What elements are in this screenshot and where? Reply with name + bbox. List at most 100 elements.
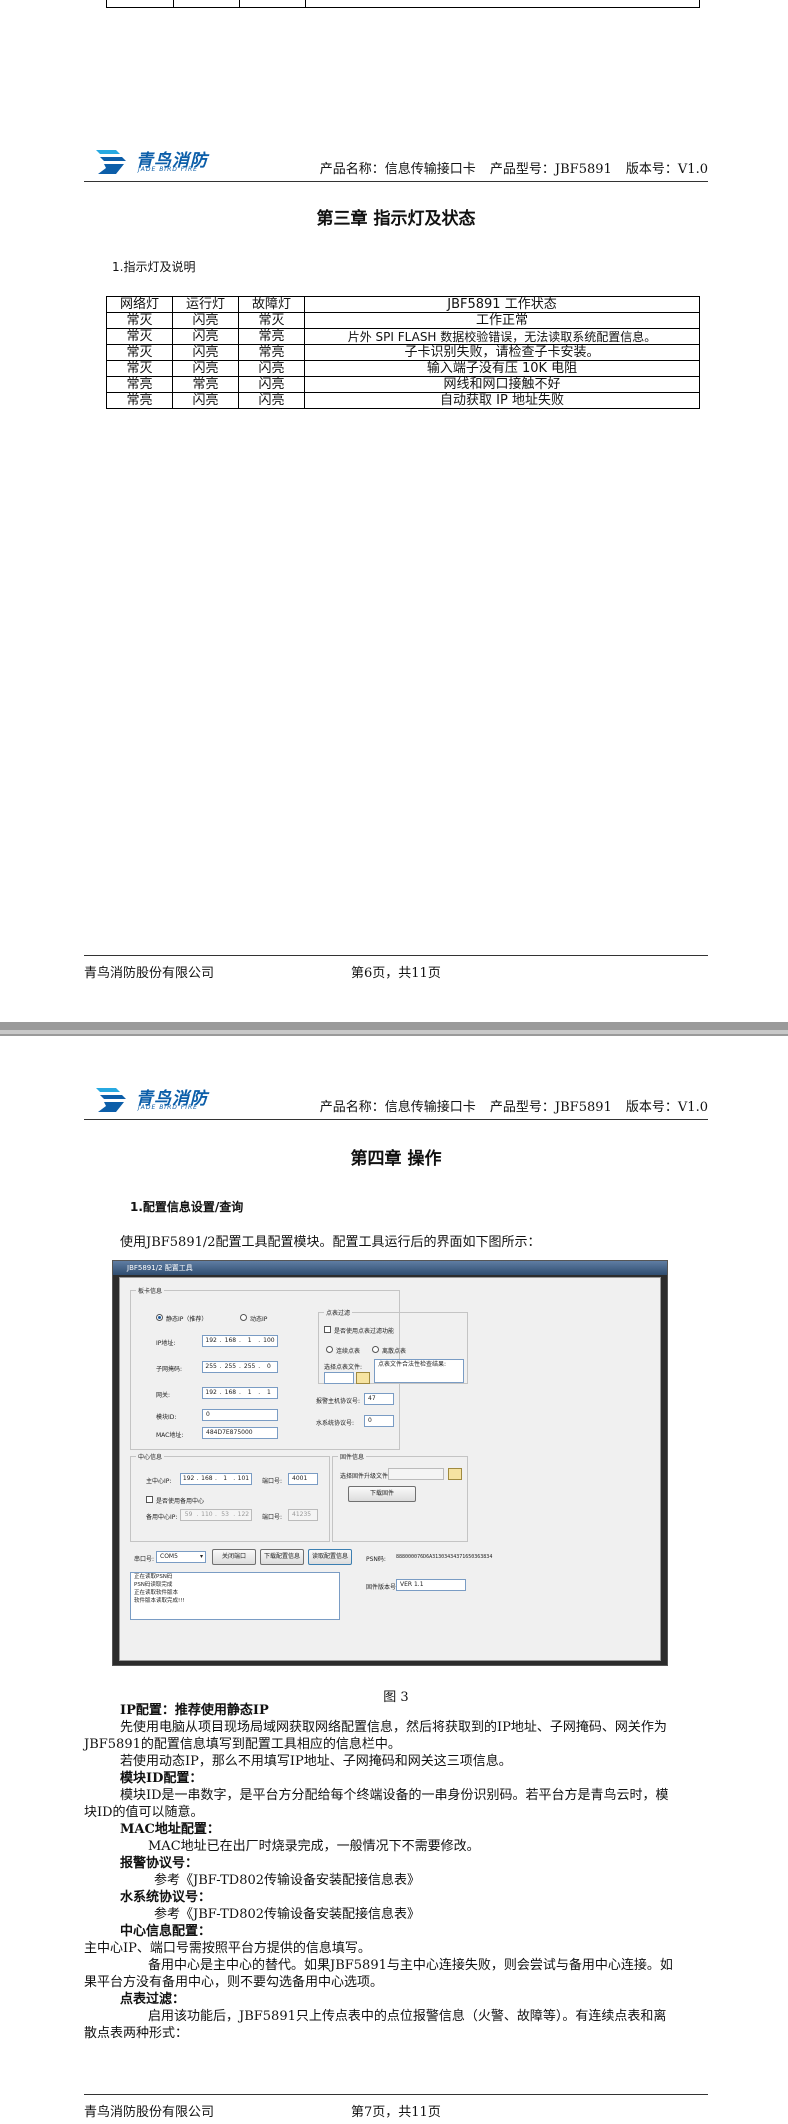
ip-address-input[interactable]: 192. 168. 1. 100: [202, 1335, 278, 1347]
page-header: 青鸟消防 JADE BIRD FIRE 产品名称：信息传输接口卡 产品型号：JB…: [84, 1080, 708, 1120]
table-cell: 片外 SPI FLASH 数据校验错误，无法读取系统配置信息。: [304, 328, 700, 345]
field-label: MAC地址:: [156, 1432, 184, 1439]
group-title: 中心信息: [136, 1452, 165, 1461]
item-line: 模块ID是一串数字，是平台方分配给每个终端设备的一串身份识别码。若平台方是青鸟云…: [120, 1788, 669, 1803]
table-cell: 常亮: [172, 376, 239, 393]
item-line: 块ID的值可以随意。: [84, 1805, 204, 1820]
table-cell: 闪亮: [238, 376, 305, 393]
field-label: 串口号:: [134, 1556, 155, 1563]
field-label: 选择固件升级文件:: [340, 1473, 391, 1480]
read-config-button[interactable]: 读取配置信息: [308, 1549, 352, 1565]
radio-label: 连续点表: [336, 1348, 361, 1355]
mac-address-input[interactable]: 484D7E875000: [202, 1427, 278, 1439]
table-row: 常亮 闪亮 闪亮 自动获取 IP 地址失败: [106, 392, 700, 409]
table-header-row: 网络灯 运行灯 故障灯 JBF5891 工作状态: [106, 296, 700, 313]
water-protocol-input[interactable]: 0: [364, 1415, 394, 1427]
serial-port-select[interactable]: COM5 ▾: [156, 1551, 206, 1563]
item-line: 参考《JBF-TD802传输设备安装配接信息表》: [154, 1907, 421, 1922]
table-check-result: 点表文件合法性检查结果:: [374, 1359, 464, 1383]
indicator-table: 网络灯 运行灯 故障灯 JBF5891 工作状态 常灭 闪亮 常灭 工作正常 常…: [106, 296, 700, 409]
table-cell: 常亮: [238, 328, 305, 345]
item-title: IP配置：推荐使用静态IP: [120, 1703, 269, 1718]
table-cell: 子卡识别失败，请检查子卡安装。: [304, 344, 700, 361]
product-model: 产品型号：JBF5891: [489, 1100, 612, 1115]
item-line: 若使用动态IP，那么不用填写IP地址、子网掩码和网关这三项信息。: [120, 1754, 512, 1769]
footer-company: 青鸟消防股份有限公司: [84, 2105, 215, 2120]
table-header: JBF5891 工作状态: [304, 296, 700, 313]
item-title: 报警协议号：: [120, 1856, 199, 1871]
section-title: 1.指示灯及说明: [112, 260, 196, 274]
table-cell: 闪亮: [172, 344, 239, 361]
use-backup-center-checkbox[interactable]: [146, 1496, 153, 1503]
field-label: 选择点表文件:: [324, 1364, 363, 1371]
log-output: 正在读取PSN码 PSN码读取完成 正在读取软件版本 软件版本读取完成!!!: [130, 1572, 340, 1620]
company-logo: 青鸟消防 JADE BIRD FIRE: [94, 1084, 264, 1114]
window-body: 板卡信息 静态IP（推荐） 动态IP IP地址: 192. 168. 1. 100 子…: [119, 1277, 661, 1661]
field-label: 网关:: [156, 1392, 171, 1399]
table-cell: 常亮: [106, 376, 173, 393]
folder-icon[interactable]: [356, 1372, 370, 1384]
table-cell: 闪亮: [238, 360, 305, 377]
header-product-info: 产品名称：信息传输接口卡 产品型号：JBF5891 版本号：V1.0: [310, 1096, 708, 1115]
item-title: 水系统协议号：: [120, 1890, 212, 1905]
backup-center-ip-input[interactable]: 59. 110. 53. 122: [180, 1509, 252, 1521]
window-title: JBF5891/2 配置工具: [113, 1261, 667, 1275]
company-logo: 青鸟消防 JADE BIRD FIRE: [94, 146, 264, 176]
table-row: 常灭 闪亮 常亮 子卡识别失败，请检查子卡安装。: [106, 344, 700, 361]
alarm-protocol-input[interactable]: 47: [364, 1393, 394, 1405]
logo-text-en: JADE BIRD FIRE: [138, 1104, 198, 1111]
firmware-file-input[interactable]: [388, 1468, 444, 1480]
chevron-down-icon: ▾: [199, 1553, 203, 1560]
radio-label: 离散点表: [382, 1348, 407, 1355]
log-line: 软件版本读取完成!!!: [134, 1598, 185, 1604]
continuous-table-radio[interactable]: [326, 1346, 333, 1353]
product-name: 产品名称：信息传输接口卡: [319, 162, 476, 177]
main-port-input[interactable]: 4001: [288, 1473, 318, 1485]
checkbox-label: 是否使用备用中心: [156, 1498, 205, 1505]
section-title: 1.配置信息设置/查询: [130, 1200, 244, 1214]
table-cell: 常灭: [106, 344, 173, 361]
gateway-input[interactable]: 192. 168. 1. 1: [202, 1387, 278, 1399]
module-id-input[interactable]: 0: [202, 1409, 278, 1421]
table-cell: 网线和网口接触不好: [304, 376, 700, 393]
backup-port-input[interactable]: 41235: [288, 1509, 318, 1521]
group-title: 固件信息: [338, 1452, 367, 1461]
group-title: 板卡信息: [136, 1286, 165, 1295]
subnet-mask-input[interactable]: 255. 255. 255. 0: [202, 1361, 278, 1373]
table-row: 常亮 常亮 闪亮 网线和网口接触不好: [106, 376, 700, 393]
download-config-button[interactable]: 下载配置信息: [260, 1549, 304, 1565]
enable-filter-checkbox[interactable]: [324, 1326, 331, 1333]
download-firmware-button[interactable]: 下载固件: [348, 1486, 416, 1502]
table-cell: 闪亮: [172, 328, 239, 345]
field-label: 端口号:: [262, 1478, 283, 1485]
product-version: 版本号：V1.0: [625, 1100, 708, 1115]
item-title: 中心信息配置：: [120, 1924, 212, 1939]
dynamic-ip-radio[interactable]: [240, 1314, 247, 1321]
static-ip-radio[interactable]: [156, 1314, 163, 1321]
item-line: JBF5891的配置信息填写到配置工具相应的信息栏中。: [84, 1737, 401, 1752]
product-model: 产品型号：JBF5891: [489, 162, 612, 177]
item-line: 备用中心是主中心的替代。如果JBF5891与主中心连接失败，则会尝试与备用中心连…: [148, 1958, 673, 1973]
radio-label: 静态IP（推荐）: [166, 1316, 208, 1323]
item-line: MAC地址已在出厂时烧录完成，一般情况下不需要修改。: [148, 1839, 480, 1854]
previous-table-remnant: [106, 0, 700, 8]
field-label: PSN码:: [366, 1556, 386, 1563]
table-row: 常灭 闪亮 常灭 工作正常: [106, 312, 700, 329]
product-name: 产品名称：信息传输接口卡: [319, 1100, 476, 1115]
table-header: 故障灯: [238, 296, 305, 313]
main-center-ip-input[interactable]: 192. 168. 1. 101: [180, 1473, 252, 1485]
table-cell: 常亮: [238, 344, 305, 361]
folder-icon[interactable]: [448, 1468, 462, 1480]
table-cell: 自动获取 IP 地址失败: [304, 392, 700, 409]
discrete-table-radio[interactable]: [372, 1346, 379, 1353]
table-cell: 常灭: [106, 328, 173, 345]
page-footer: 青鸟消防股份有限公司 第6页，共11页: [84, 955, 708, 981]
close-port-button[interactable]: 关闭端口: [212, 1549, 256, 1565]
table-cell: 闪亮: [172, 312, 239, 329]
group-title: 点表过滤: [324, 1308, 353, 1317]
table-file-input[interactable]: [324, 1372, 354, 1384]
footer-page-number: 第6页，共11页: [351, 966, 441, 981]
item-line: 果平台方没有备用中心，则不要勾选备用中心选项。: [84, 1975, 384, 1990]
item-line: 启用该功能后，JBF5891只上传点表中的点位报警信息（火警、故障等）。有连续点…: [148, 2009, 667, 2024]
table-cell: 工作正常: [304, 312, 700, 329]
